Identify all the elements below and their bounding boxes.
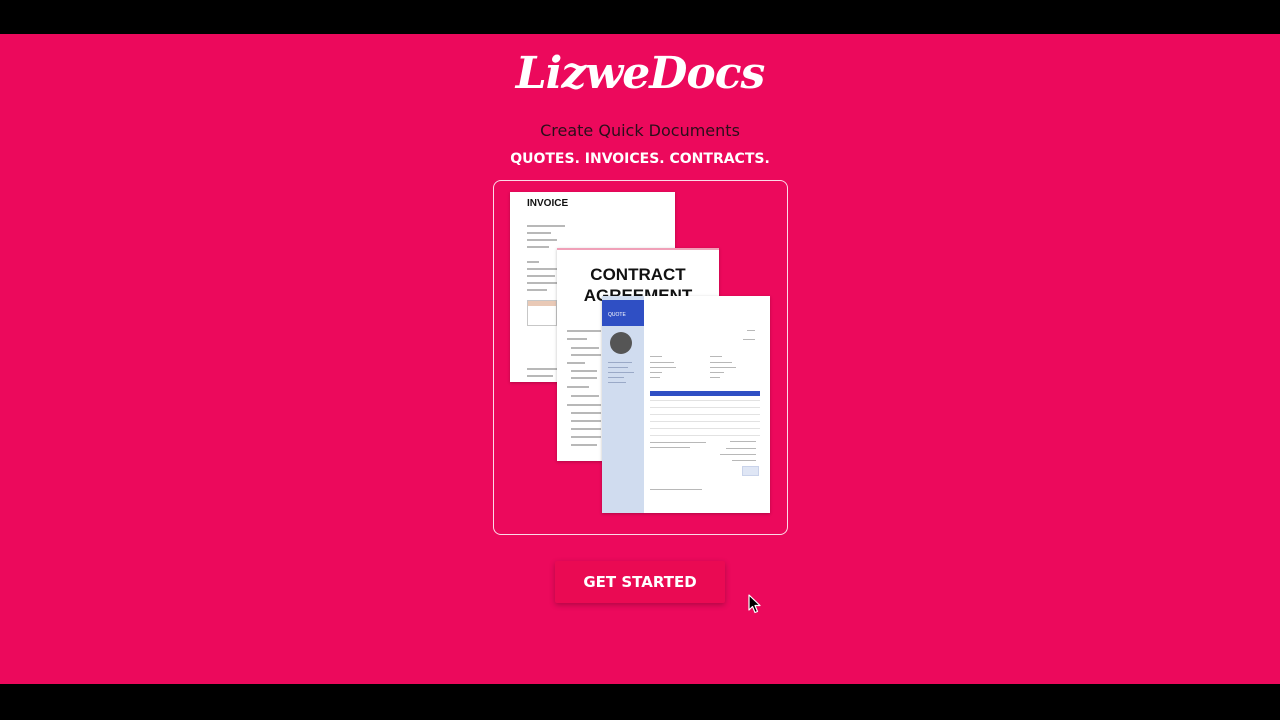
- table-row: [650, 414, 760, 415]
- text-line: [726, 448, 756, 449]
- text-line: [527, 275, 555, 277]
- text-line: [567, 338, 587, 340]
- quote-label: QUOTE: [602, 300, 644, 326]
- text-line: [710, 367, 736, 368]
- text-line: [527, 375, 553, 377]
- table-row: [650, 407, 760, 408]
- text-line: [571, 412, 601, 414]
- text-line: [571, 428, 601, 430]
- text-line: [571, 420, 601, 422]
- text-line: [732, 460, 756, 461]
- text-line: [720, 454, 756, 455]
- documents-preview: INVOICE CONTRACT AGREEMENT QUOTE: [493, 180, 788, 535]
- text-line: [527, 282, 559, 284]
- text-line: [608, 367, 628, 368]
- text-line: [567, 386, 589, 388]
- mouse-pointer-icon: [748, 594, 761, 614]
- text-line: [527, 368, 557, 370]
- quote-table-header: [650, 391, 760, 396]
- text-line: [650, 442, 706, 443]
- text-line: [608, 372, 634, 373]
- invoice-title: INVOICE: [527, 198, 569, 209]
- table-row: [650, 400, 760, 401]
- text-line: [650, 377, 660, 378]
- landing-page: LizweDocs Create Quick Documents QUOTES.…: [0, 34, 1280, 684]
- text-line: [608, 377, 624, 378]
- text-line: [571, 354, 601, 356]
- text-line: [567, 330, 601, 332]
- text-line: [527, 225, 565, 227]
- text-line: [608, 382, 626, 383]
- text-line: [527, 289, 547, 291]
- app-logo: LizweDocs: [515, 48, 766, 99]
- text-line: [571, 347, 599, 349]
- letterbox-bottom: [0, 684, 1280, 720]
- quote-sidebar: [602, 296, 644, 513]
- text-line: [527, 246, 549, 248]
- text-line: [650, 372, 662, 373]
- quote-preview: QUOTE: [602, 296, 770, 513]
- invoice-table: [527, 300, 557, 326]
- text-line: [571, 436, 601, 438]
- text-line: [527, 239, 557, 241]
- letterbox-top: [0, 0, 1280, 34]
- text-line: [710, 356, 722, 357]
- text-line: [650, 367, 676, 368]
- text-line: [571, 377, 597, 379]
- get-started-button[interactable]: GET STARTED: [555, 561, 725, 603]
- text-line: [527, 261, 539, 263]
- text-line: [710, 362, 732, 363]
- signature-line: [650, 489, 702, 490]
- text-line: [730, 441, 756, 442]
- text-line: [527, 232, 551, 234]
- text-line: [743, 339, 755, 340]
- table-row: [650, 421, 760, 422]
- text-line: [571, 444, 597, 446]
- table-row: [650, 435, 760, 436]
- text-line: [571, 370, 597, 372]
- text-line: [650, 362, 674, 363]
- text-line: [650, 447, 690, 448]
- text-line: [527, 268, 561, 270]
- text-line: [567, 362, 585, 364]
- text-line: [747, 330, 755, 331]
- tagline: Create Quick Documents: [540, 121, 740, 140]
- table-row: [650, 428, 760, 429]
- text-line: [608, 362, 632, 363]
- text-line: [567, 404, 601, 406]
- text-line: [710, 372, 724, 373]
- text-line: [650, 356, 662, 357]
- text-line: [710, 377, 720, 378]
- document-types: QUOTES. INVOICES. CONTRACTS.: [510, 151, 770, 167]
- text-line: [571, 395, 599, 397]
- logo-placeholder-icon: [610, 332, 632, 354]
- quote-total-box: [742, 466, 759, 476]
